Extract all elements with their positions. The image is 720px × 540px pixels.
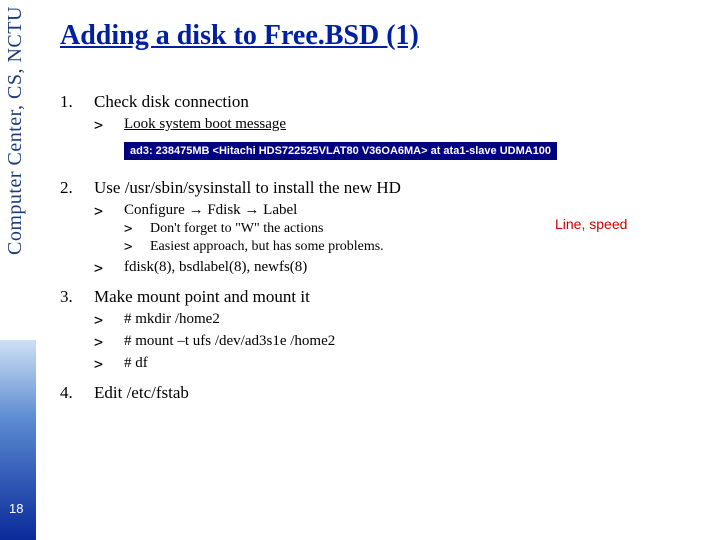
sub-item: > # mkdir /home2 [94, 311, 700, 329]
sub-text: # mkdir /home2 [124, 311, 700, 329]
bullet-marker: > [124, 221, 150, 237]
sub-text: # df [124, 355, 700, 373]
annotation-label: Line, speed [555, 216, 627, 232]
sub-item: > # df [94, 355, 700, 373]
item-text: Make mount point and mount it [94, 287, 310, 306]
item-3: 3. Make mount point and mount it > # mkd… [60, 287, 700, 373]
sub-text: fdisk(8), bsdlabel(8), newfs(8) [124, 259, 700, 277]
sub2-text: Easiest approach, but has some problems. [150, 239, 700, 255]
main-list: 1. Check disk connection > Look system b… [60, 92, 700, 403]
bullet-marker: > [94, 355, 124, 373]
sub-item: > # mount –t ufs /dev/ad3s1e /home2 [94, 333, 700, 351]
sub-text: Configure → Fdisk → Label [124, 202, 297, 218]
item-1: 1. Check disk connection > Look system b… [60, 92, 700, 168]
sub-item: > fdisk(8), bsdlabel(8), newfs(8) [94, 259, 700, 277]
sub2-item: > Easiest approach, but has some problem… [124, 239, 700, 255]
bullet-marker: > [124, 239, 150, 255]
item-text: Use /usr/sbin/sysinstall to install the … [94, 178, 401, 197]
sidebar-label: Computer Center, CS, NCTU [4, 6, 27, 326]
sub-text: Look system boot message [124, 116, 700, 134]
boot-message-box: ad3: 238475MB <Hitachi HDS722525VLAT80 V… [124, 142, 557, 160]
bullet-marker: > [94, 116, 124, 134]
bullet-marker: > [94, 202, 124, 255]
item-4: 4. Edit /etc/fstab [60, 383, 700, 403]
bullet-marker: > [94, 333, 124, 351]
item-text: Check disk connection [94, 92, 249, 111]
item-number: 4. [60, 383, 94, 403]
bullet-marker: > [94, 259, 124, 277]
page-number: 18 [9, 501, 23, 516]
item-number: 2. [60, 178, 94, 277]
item-text: Edit /etc/fstab [94, 383, 189, 402]
slide-title: Adding a disk to Free.BSD (1) [60, 20, 700, 52]
sub-text: # mount –t ufs /dev/ad3s1e /home2 [124, 333, 700, 351]
item-number: 1. [60, 92, 94, 168]
sub-item: > Look system boot message [94, 116, 700, 134]
bullet-marker: > [94, 311, 124, 329]
item-number: 3. [60, 287, 94, 373]
